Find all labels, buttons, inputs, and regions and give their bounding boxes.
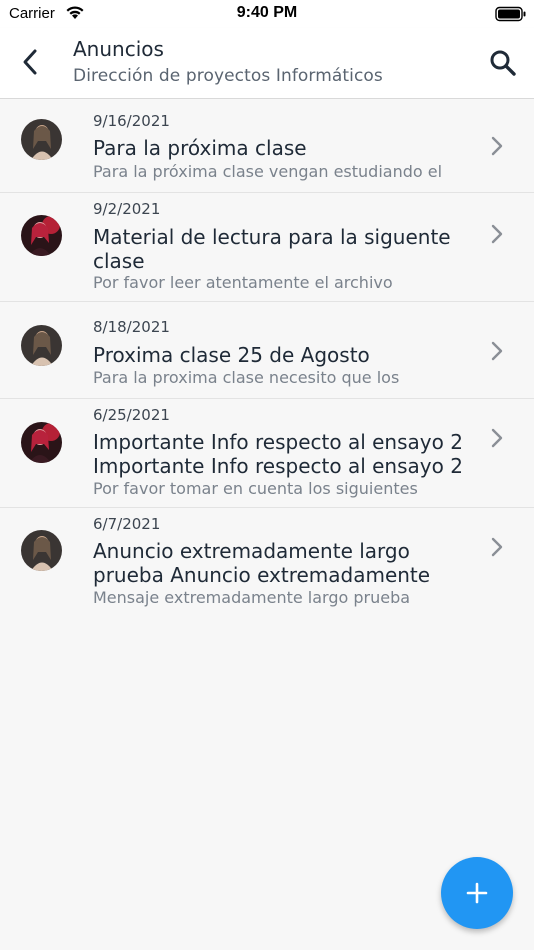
chevron-right-icon: [491, 224, 503, 244]
announcement-title: Proxima clase 25 de Agosto: [93, 343, 370, 367]
announcement-preview: Para la proxima clase necesito que los: [93, 368, 400, 387]
chevron-right-icon: [491, 428, 503, 448]
announcement-preview: Mensaje extremadamente largo prueba: [93, 588, 411, 607]
avatar: [21, 325, 62, 366]
search-icon: [490, 50, 516, 76]
announcement-title: Anuncio extremadamente largo prueba Anun…: [93, 539, 431, 587]
list-item[interactable]: 9/16/2021 Para la próxima clase Para la …: [0, 99, 534, 193]
search-button[interactable]: [484, 44, 522, 82]
chevron-right-icon: [491, 136, 503, 156]
announcement-title: Para la próxima clase: [93, 136, 307, 160]
chevron-right-icon: [491, 537, 503, 557]
add-announcement-button[interactable]: [441, 857, 513, 929]
announcement-list: 9/16/2021 Para la próxima clase Para la …: [0, 99, 534, 616]
list-item[interactable]: 6/25/2021 Importante Info respecto al en…: [0, 399, 534, 508]
announcement-date: 6/25/2021: [93, 406, 170, 424]
app-header: Anuncios Dirección de proyectos Informát…: [0, 28, 534, 99]
announcement-preview: Para la próxima clase vengan estudiando …: [93, 162, 443, 181]
avatar: [21, 119, 62, 160]
announcement-preview: Por favor leer atentamente el archivo: [93, 273, 393, 292]
list-item[interactable]: 6/7/2021 Anuncio extremadamente largo pr…: [0, 508, 534, 616]
chevron-right-icon: [491, 341, 503, 361]
announcement-preview: Por favor tomar en cuenta los siguientes: [93, 479, 418, 498]
chevron-left-icon: [23, 49, 37, 75]
list-item[interactable]: 9/2/2021 Material de lectura para la sig…: [0, 193, 534, 302]
list-item[interactable]: 8/18/2021 Proxima clase 25 de Agosto Par…: [0, 302, 534, 399]
announcement-date: 9/2/2021: [93, 200, 161, 218]
plus-icon: [466, 882, 488, 904]
announcement-title: Importante Info respecto al ensayo 2 Imp…: [93, 430, 463, 478]
status-time: 9:40 PM: [236, 4, 298, 21]
page-title: Anuncios: [73, 37, 164, 61]
avatar: [21, 215, 62, 256]
avatar: [21, 422, 62, 463]
back-button[interactable]: [10, 42, 50, 82]
announcement-date: 6/7/2021: [93, 515, 161, 533]
page-subtitle: Dirección de proyectos Informáticos: [73, 66, 383, 86]
battery-icon: [495, 6, 526, 22]
status-bar: Carrier 9:40 PM: [0, 0, 534, 28]
announcement-date: 8/18/2021: [93, 318, 170, 336]
announcement-date: 9/16/2021: [93, 112, 170, 130]
avatar: [21, 530, 62, 571]
announcement-title: Material de lectura para la siguente cla…: [93, 225, 451, 273]
